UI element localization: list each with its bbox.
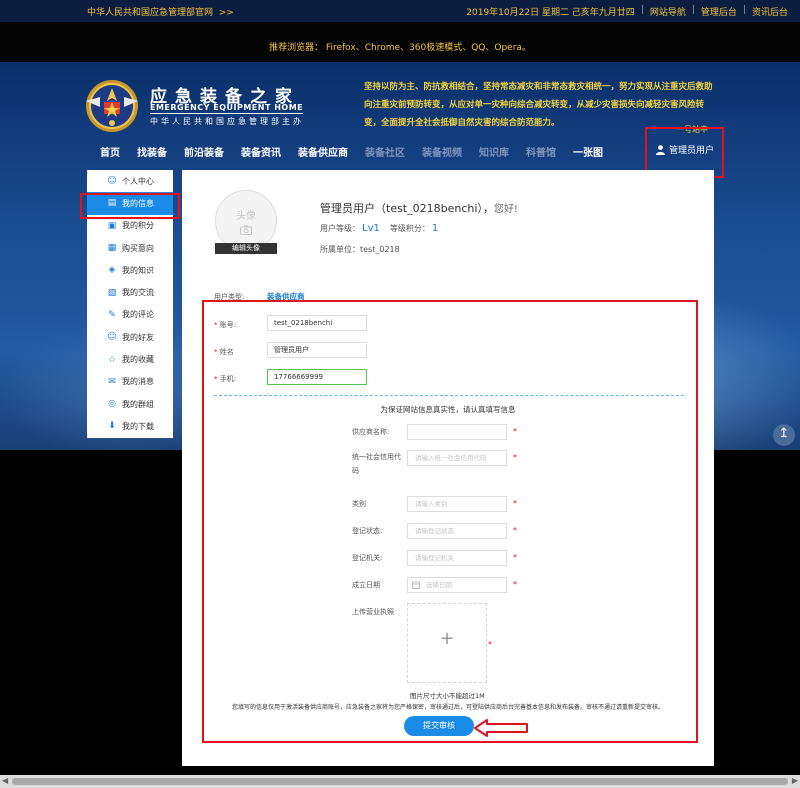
highlight-form (202, 300, 698, 743)
nav-home[interactable]: 首页 (100, 144, 120, 159)
nav-science[interactable]: 科普馆 (526, 144, 556, 159)
friends-icon: ☺ (107, 332, 117, 343)
sidebar-item[interactable]: ⬇ 我的下载 (87, 415, 173, 437)
site-nav-link[interactable]: 网站导航 (650, 5, 686, 18)
user-icon: ☺ (107, 176, 117, 187)
sidebar-item-label: 我的收藏 (122, 355, 154, 365)
back-to-top-icon[interactable]: ↥ (773, 424, 795, 446)
knowledge-icon: ◈ (108, 265, 116, 276)
brand-subtitle: 中华人民共和国应急管理部主办 (150, 117, 304, 126)
sidebar-item[interactable]: ▧ 我的交流 (87, 281, 173, 303)
sidebar-item-label: 我的群组 (122, 399, 154, 409)
main-nav: 首页 找装备 前沿装备 装备资讯 装备供应商 装备社区 装备视频 知识库 科普馆… (100, 144, 620, 159)
sidebar-item[interactable]: ◈ 我的知识 (87, 259, 173, 281)
chat-icon: ▧ (107, 287, 117, 298)
highlight-my-info (80, 193, 180, 219)
arrow-icon (474, 719, 528, 737)
date-text: 2019年10月22日 星期二 己亥年九月廿四 (466, 8, 635, 18)
sidebar-item-label: 我的下载 (122, 421, 154, 431)
user-level: 用户等级： Lv1 等级积分： 1 (320, 223, 439, 234)
user-unit: 所属单位：test_0218 (320, 245, 400, 254)
sidebar-item[interactable]: ☺ 个人中心 (87, 170, 173, 192)
download-icon: ⬇ (108, 421, 116, 432)
nav-knowledge[interactable]: 知识库 (479, 144, 509, 159)
message-icon: ✉ (108, 376, 116, 387)
nav-equipment-news[interactable]: 装备资讯 (241, 144, 281, 159)
scroll-left-icon[interactable]: ◀ (2, 776, 8, 785)
sidebar-item-label: 我的消息 (122, 377, 154, 387)
emblem-icon (86, 80, 138, 132)
comment-icon: ✎ (108, 309, 116, 320)
horizontal-scrollbar[interactable]: ◀ ▶ (0, 775, 800, 788)
nav-find-equipment[interactable]: 找装备 (137, 144, 167, 159)
brand-english: EMERGENCY EQUIPMENT HOME (150, 103, 304, 114)
sidebar-item-label: 我的评论 (122, 310, 154, 320)
star-icon: ☆ (107, 354, 117, 365)
group-icon: ◎ (108, 399, 116, 410)
edit-avatar-button[interactable]: 编辑头像 (215, 243, 277, 254)
sidebar-item[interactable]: ☆ 我的收藏 (87, 348, 173, 370)
nav-videos[interactable]: 装备视频 (422, 144, 462, 159)
sidebar-item[interactable]: ▦ 购买意向 (87, 237, 173, 259)
camera-icon (240, 225, 252, 235)
sidebar-item[interactable]: ✎ 我的评论 (87, 304, 173, 326)
cart-icon: ▦ (107, 243, 117, 254)
sidebar-item-label: 购买意向 (122, 243, 154, 253)
news-backend-link[interactable]: 资讯后台 (752, 5, 788, 18)
points-icon: ▣ (107, 220, 117, 231)
sidebar-item[interactable]: ◎ 我的群组 (87, 393, 173, 415)
sidebar-item-label: 我的知识 (122, 265, 154, 275)
sidebar-item[interactable]: ☺ 我的好友 (87, 326, 173, 348)
sidebar-item-label: 我的交流 (122, 288, 154, 298)
sidebar-item-label: 我的积分 (122, 221, 154, 231)
sidebar-item-label: 我的好友 (122, 332, 154, 342)
greeting: 管理员用户（test_0218benchi），您好! (320, 202, 518, 215)
slogan-text: 坚持以防为主、防抗救相结合，坚持常态减灾和非常态救灾相统一，努力实现从注重灾后救… (364, 82, 713, 128)
browser-recommendation: 推荐浏览器： Firefox、Chrome、360极速模式、QQ、Opera。 (269, 43, 531, 53)
sidebar-item[interactable]: ✉ 我的消息 (87, 371, 173, 393)
scroll-right-icon[interactable]: ▶ (792, 776, 798, 785)
scroll-thumb[interactable] (12, 778, 788, 785)
nav-community[interactable]: 装备社区 (365, 144, 405, 159)
sidebar-item-label: 个人中心 (122, 176, 154, 186)
nav-frontier-equipment[interactable]: 前沿装备 (184, 144, 224, 159)
nav-suppliers[interactable]: 装备供应商 (298, 144, 348, 159)
ministry-link[interactable]: 中华人民共和国应急管理部官网 >> (87, 5, 234, 18)
nav-one-map[interactable]: 一张图 (573, 144, 603, 159)
top-bar: 中华人民共和国应急管理部官网 >> 2019年10月22日 星期二 己亥年九月廿… (0, 0, 800, 22)
admin-backend-link[interactable]: 管理后台 (701, 5, 737, 18)
